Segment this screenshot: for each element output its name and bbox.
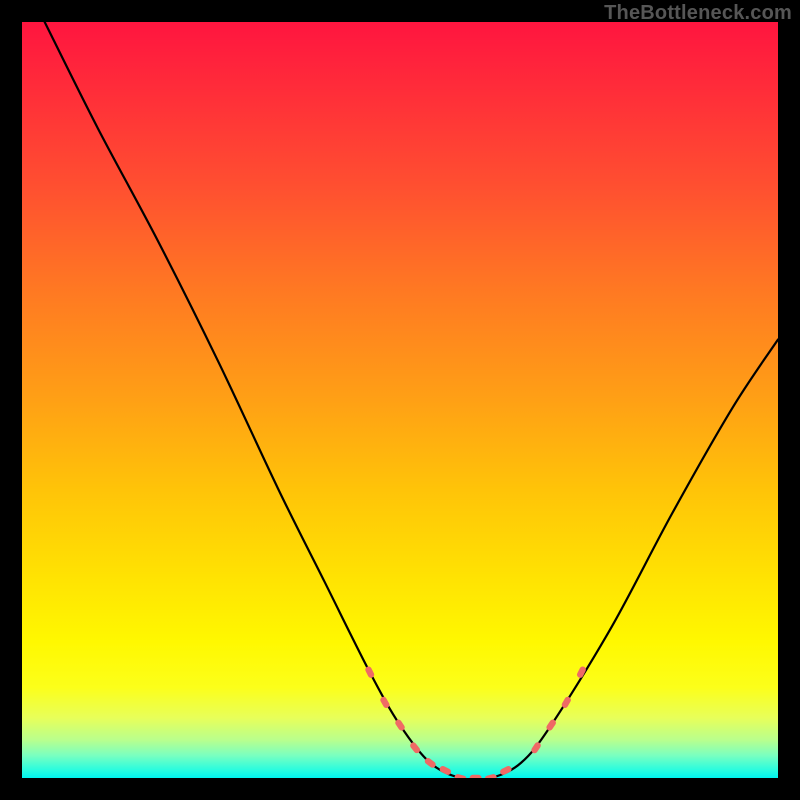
bottleneck-curve-path bbox=[45, 22, 778, 778]
highlight-dots-right bbox=[530, 665, 587, 754]
plot-area bbox=[22, 22, 778, 778]
highlight-dots-left bbox=[364, 665, 512, 778]
watermark-text: TheBottleneck.com bbox=[604, 2, 792, 25]
chart-frame: TheBottleneck.com bbox=[0, 0, 800, 800]
curve-svg bbox=[22, 22, 778, 778]
